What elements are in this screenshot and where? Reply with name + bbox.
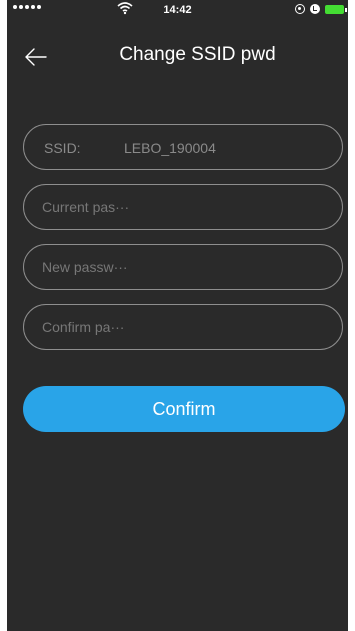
ssid-field[interactable]: SSID: LEBO_190004 — [23, 124, 343, 170]
confirm-password-input[interactable] — [42, 305, 322, 349]
new-password-input[interactable] — [42, 245, 322, 289]
app-screen: 14:42 Change SSID pwd SSID: LEBO_190004 … — [7, 0, 348, 631]
confirm-password-field[interactable] — [23, 304, 343, 350]
battery-icon — [325, 4, 347, 14]
navigation-bar: Change SSID pwd — [7, 36, 348, 80]
ssid-label: SSID: — [44, 140, 81, 156]
page-title: Change SSID pwd — [119, 44, 276, 65]
current-password-input[interactable] — [42, 185, 322, 229]
orientation-lock-icon — [295, 4, 305, 14]
status-icons — [295, 4, 347, 14]
current-password-field[interactable] — [23, 184, 343, 230]
confirm-button[interactable]: Confirm — [23, 386, 345, 432]
ssid-value: LEBO_190004 — [124, 140, 216, 156]
status-bar: 14:42 — [7, 0, 348, 22]
alarm-icon — [310, 4, 320, 14]
new-password-field[interactable] — [23, 244, 343, 290]
back-arrow-icon[interactable] — [21, 42, 51, 72]
